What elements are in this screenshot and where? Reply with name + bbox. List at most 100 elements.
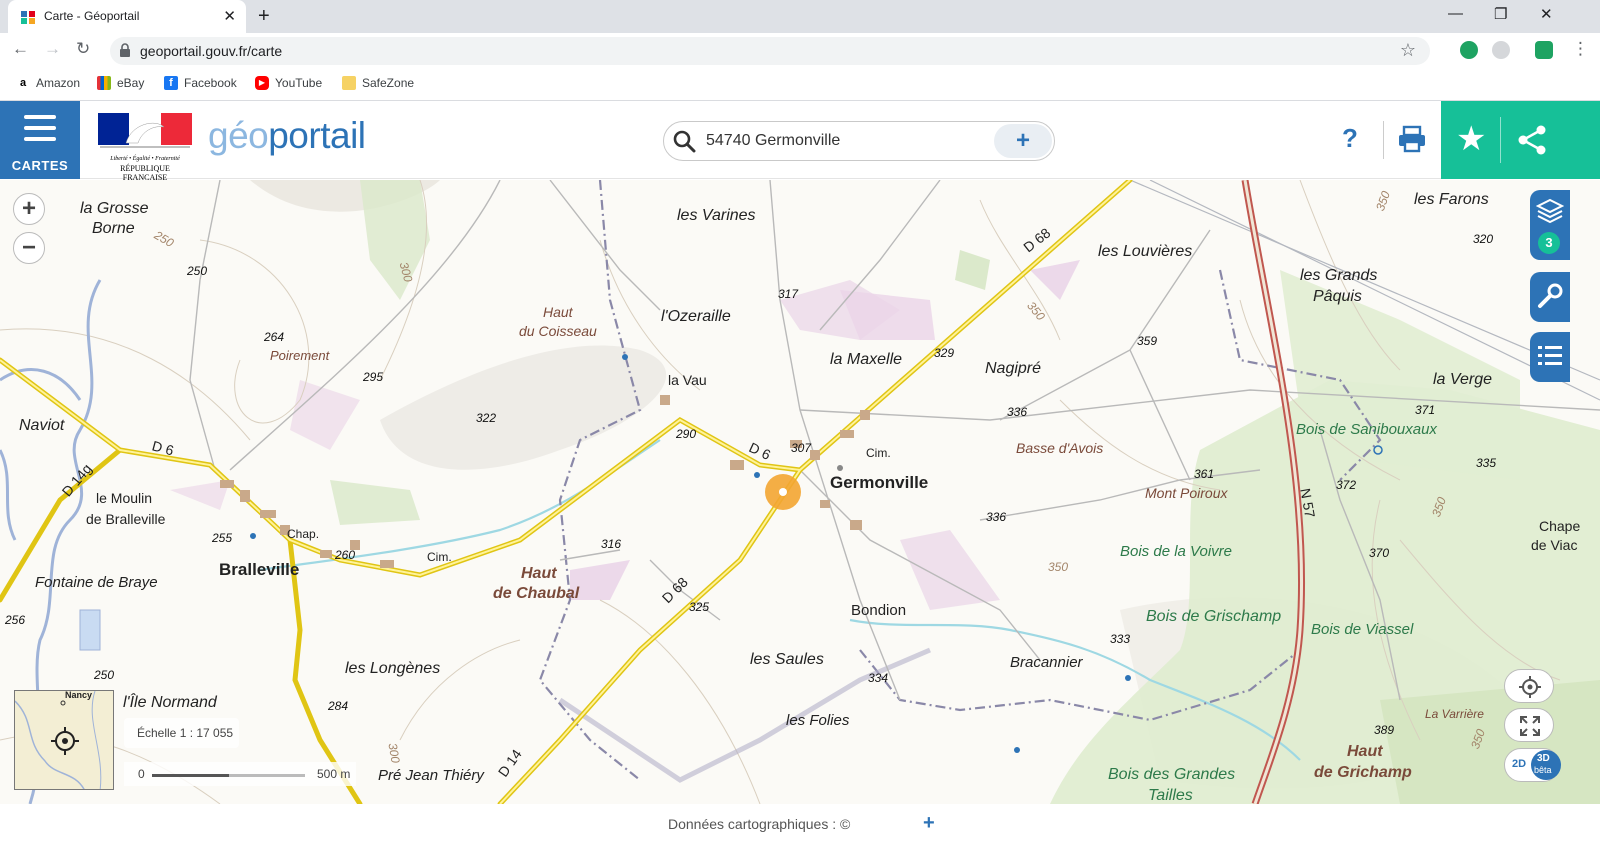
zoom-out-button[interactable]: − xyxy=(13,232,45,264)
2d-3d-toggle[interactable]: 2D 3D bêta xyxy=(1504,748,1561,782)
scale-ratio: Échelle 1 : 17 055 xyxy=(137,726,234,740)
adguard-extension-icon[interactable] xyxy=(1460,41,1478,59)
fullscreen-icon xyxy=(1520,716,1540,736)
drive-extension-icon[interactable] xyxy=(1492,41,1510,59)
altitude-label: 333 xyxy=(1110,632,1131,646)
search-icon[interactable] xyxy=(672,129,696,153)
bookmark-facebook[interactable]: f Facebook xyxy=(164,76,237,90)
altitude-label: 307 xyxy=(791,441,812,455)
place-label: Fontaine de Braye xyxy=(35,574,158,591)
place-label-bralleville: Bralleville xyxy=(219,560,300,579)
scale-box: Échelle 1 : 17 055 xyxy=(124,718,239,748)
address-bar[interactable]: geoportail.gouv.fr/carte ☆ xyxy=(110,37,1430,65)
minimize-button[interactable]: — xyxy=(1448,5,1463,22)
youtube-icon: ▶ xyxy=(255,76,269,90)
altitude-label: 250 xyxy=(187,264,208,278)
tab-close-icon[interactable]: ✕ xyxy=(223,7,236,25)
place-label: de Viac xyxy=(1531,537,1578,553)
map-view[interactable]: la Grosse Borne les Varines les Louvière… xyxy=(0,180,1600,804)
advanced-search-button[interactable]: + xyxy=(994,124,1052,158)
layers-count-badge: 3 xyxy=(1538,232,1560,254)
place-label: Basse d'Avois xyxy=(1016,440,1104,456)
place-label: Poirement xyxy=(270,348,330,363)
altitude-label: 361 xyxy=(1194,467,1215,481)
altitude-label: 336 xyxy=(986,510,1007,524)
minimap-label: Nancy xyxy=(65,690,93,700)
bookmark-label: eBay xyxy=(117,76,145,90)
altitude-label: 264 xyxy=(264,330,285,344)
shield-extension-icon[interactable] xyxy=(1535,41,1553,59)
browser-tab[interactable]: Carte - Géoportail ✕ xyxy=(8,0,246,33)
green-divider xyxy=(1500,117,1501,163)
bookmark-ebay[interactable]: eBay xyxy=(97,76,144,90)
place-label: la Vau xyxy=(668,372,707,388)
place-label: Bois de Viassel xyxy=(1311,621,1414,638)
scale-min: 0 xyxy=(138,767,145,781)
bookmark-label: Amazon xyxy=(36,76,81,90)
3d-button[interactable]: 3D bêta xyxy=(1531,750,1561,780)
altitude-label: 389 xyxy=(1374,723,1395,737)
place-label: les Grands xyxy=(1300,267,1378,284)
place-label: les Farons xyxy=(1414,191,1489,208)
scale-bar: 0 500 m xyxy=(124,762,356,786)
ebay-icon xyxy=(97,76,111,90)
bookmark-star-icon[interactable]: ☆ xyxy=(1400,40,1416,61)
layers-button[interactable]: 3 xyxy=(1530,190,1570,260)
altitude-label: 359 xyxy=(1137,334,1158,348)
back-icon[interactable]: ← xyxy=(12,39,29,59)
republique-francaise-text: Liberté • Égalité • Fraternité RÉPUBLIQU… xyxy=(98,156,192,182)
fullscreen-button[interactable] xyxy=(1504,708,1554,742)
place-label: Naviot xyxy=(19,417,65,434)
place-label: de Chaubal xyxy=(493,585,580,602)
close-window-button[interactable]: ✕ xyxy=(1540,5,1553,23)
scale-line-fill xyxy=(152,774,229,777)
overview-minimap[interactable]: Nancy xyxy=(14,690,114,790)
url-text[interactable]: geoportail.gouv.fr/carte xyxy=(140,43,282,59)
altitude-label: 255 xyxy=(212,531,233,545)
place-label: Bois de Sanibouxaux xyxy=(1296,421,1437,438)
geoportail-logo[interactable]: géoportail xyxy=(208,115,366,157)
list-icon xyxy=(1538,346,1562,365)
tools-button[interactable] xyxy=(1530,272,1570,322)
new-tab-button[interactable]: + xyxy=(258,5,270,28)
header-divider xyxy=(1383,121,1384,159)
geolocate-button[interactable] xyxy=(1504,669,1554,703)
hamburger-icon xyxy=(24,115,56,141)
cartes-menu-button[interactable]: CARTES xyxy=(0,101,80,179)
bookmark-safezone[interactable]: SafeZone xyxy=(342,76,414,90)
browser-menu-icon[interactable]: ⋮ xyxy=(1572,39,1589,59)
bookmarks-bar: a Amazon eBay f Facebook ▶ YouTube SafeZone xyxy=(0,69,1600,101)
place-label: les Longènes xyxy=(345,660,441,677)
place-label: la Verge xyxy=(1433,371,1492,388)
altitude-label: 329 xyxy=(934,346,955,360)
place-label: La Varrière xyxy=(1425,707,1484,721)
altitude-label: 372 xyxy=(1336,478,1357,492)
search-input[interactable] xyxy=(704,129,984,153)
2d-label: 2D xyxy=(1512,758,1527,770)
map-footer: Données cartographiques : © + xyxy=(0,804,1600,860)
place-label: Haut xyxy=(1347,743,1383,760)
maximize-button[interactable]: ❐ xyxy=(1494,5,1507,23)
bookmark-label: SafeZone xyxy=(362,76,415,90)
place-label: Haut xyxy=(521,565,557,582)
legend-button[interactable] xyxy=(1530,332,1570,382)
wrench-icon xyxy=(1538,283,1563,308)
bookmark-amazon[interactable]: a Amazon xyxy=(16,76,80,90)
place-label: Bois de Grischamp xyxy=(1146,608,1282,625)
favorites-star-icon[interactable]: ★ xyxy=(1456,119,1486,159)
search-box[interactable]: + xyxy=(663,121,1055,161)
zoom-in-button[interactable]: + xyxy=(13,193,45,225)
reload-icon[interactable]: ↻ xyxy=(76,39,90,59)
place-label: Cim. xyxy=(427,550,452,564)
share-icon[interactable] xyxy=(1515,123,1549,157)
scale-max: 500 m xyxy=(317,767,351,781)
lock-icon xyxy=(120,43,130,57)
credit-expand-button[interactable]: + xyxy=(923,812,935,835)
place-label: du Coisseau xyxy=(519,323,597,339)
bookmark-youtube[interactable]: ▶ YouTube xyxy=(255,76,322,90)
place-label: Bois des Grandes xyxy=(1108,766,1236,783)
forward-icon[interactable]: → xyxy=(44,39,61,59)
geoportail-header: CARTES Liberté • Égalité • Fraternité RÉ… xyxy=(0,101,1600,182)
help-button[interactable]: ? xyxy=(1342,123,1358,154)
print-icon[interactable] xyxy=(1397,125,1427,153)
